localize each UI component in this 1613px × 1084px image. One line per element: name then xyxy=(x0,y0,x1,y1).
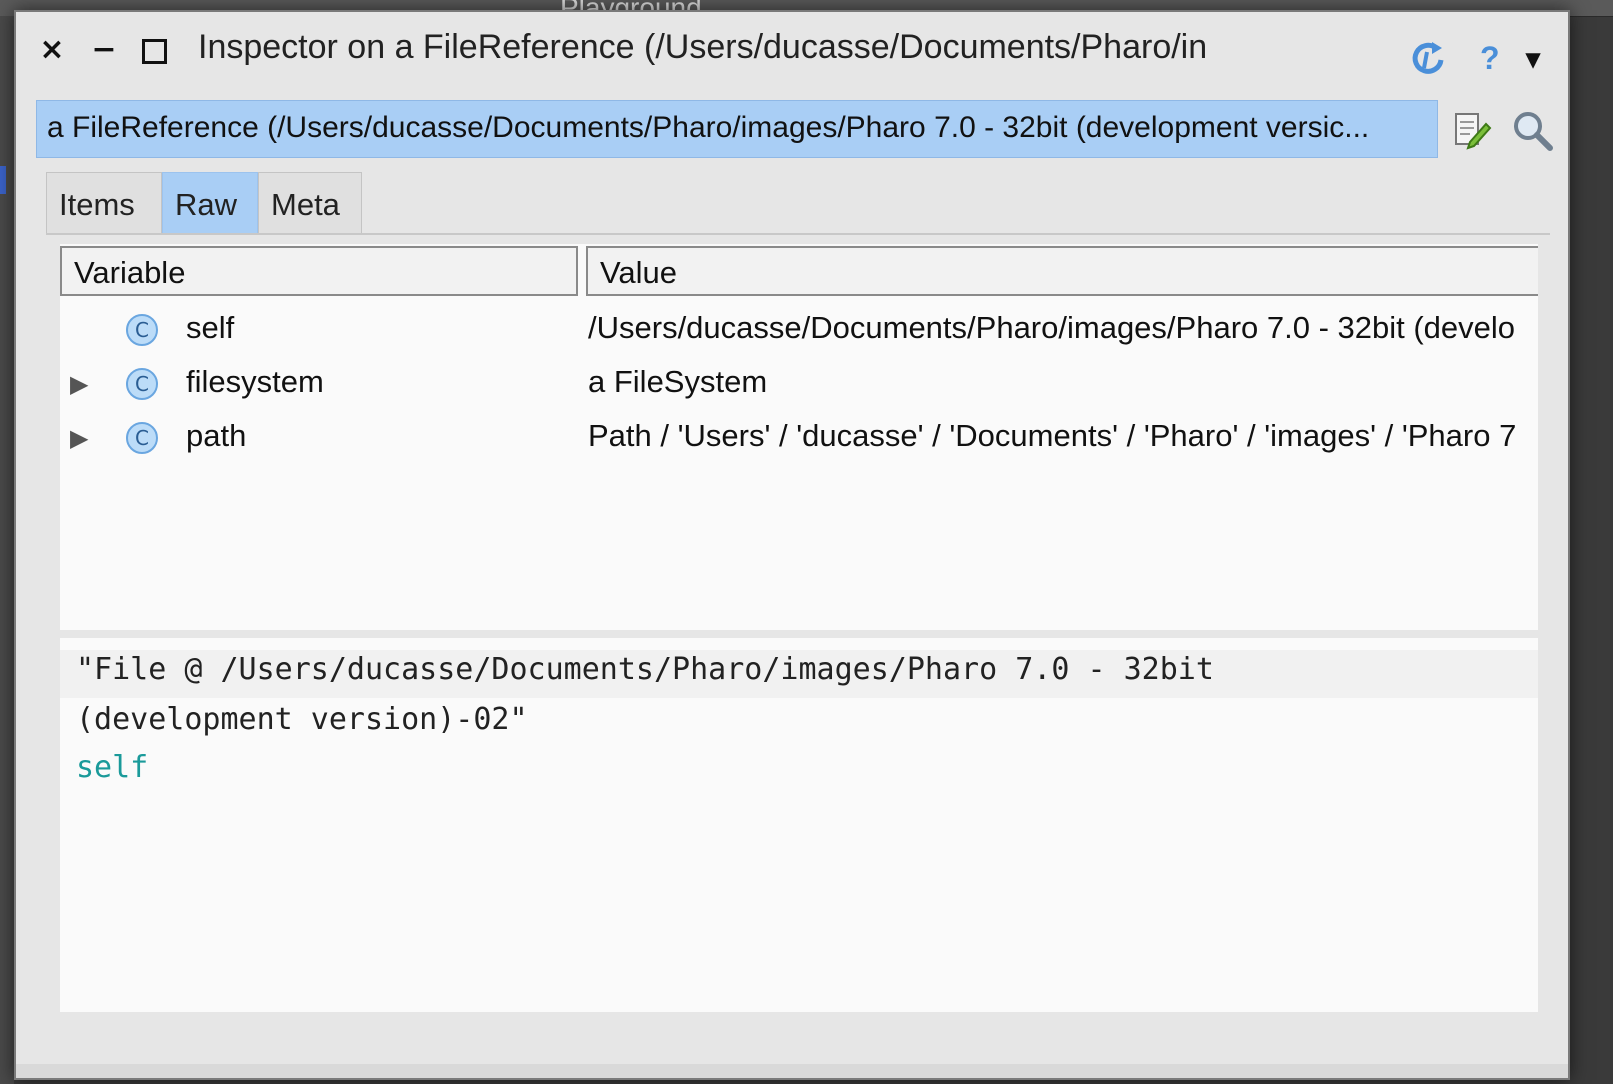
table-row[interactable]: C self /Users/ducasse/Documents/Pharo/im… xyxy=(60,306,1538,360)
background-marker xyxy=(0,166,6,194)
window-bottom-bar xyxy=(16,1064,1568,1078)
search-icon[interactable] xyxy=(1510,108,1554,152)
window-title: Inspector on a FileReference (/Users/duc… xyxy=(198,28,1208,66)
inspected-object-bar[interactable]: a FileReference (/Users/ducasse/Document… xyxy=(36,100,1438,158)
expand-arrow-icon[interactable]: ▶ xyxy=(70,370,88,399)
maximize-icon[interactable] xyxy=(138,30,170,70)
variable-value: a FileSystem xyxy=(588,364,768,399)
inspected-object-label: a FileReference (/Users/ducasse/Document… xyxy=(47,111,1370,144)
column-header-variable[interactable]: Variable xyxy=(60,246,578,296)
tab-items[interactable]: Items xyxy=(46,172,162,234)
variable-name: path xyxy=(186,418,247,453)
table-row[interactable]: ▶ C filesystem a FileSystem xyxy=(60,360,1538,414)
variable-value: /Users/ducasse/Documents/Pharo/images/Ph… xyxy=(588,310,1516,345)
tab-raw[interactable]: Raw xyxy=(162,172,258,234)
inspector-window: × − Inspector on a FileReference (/Users… xyxy=(14,10,1570,1080)
pane-splitter[interactable] xyxy=(60,630,1538,638)
tabs-divider xyxy=(46,233,1550,235)
variable-name: self xyxy=(186,310,235,345)
window-titlebar[interactable]: × − Inspector on a FileReference (/Users… xyxy=(16,12,1568,96)
code-comment-line: "File @ /Users/ducasse/Documents/Pharo/i… xyxy=(76,652,1214,687)
class-icon: C xyxy=(126,422,158,454)
help-icon[interactable]: ? xyxy=(1480,40,1500,77)
window-menu-icon[interactable]: ▾ xyxy=(1526,42,1540,75)
browse-edit-icon[interactable] xyxy=(1450,108,1494,152)
refresh-icon[interactable] xyxy=(1408,38,1448,88)
class-icon: C xyxy=(126,314,158,346)
column-header-value[interactable]: Value xyxy=(586,246,1538,296)
variable-value: Path / 'Users' / 'ducasse' / 'Documents'… xyxy=(588,418,1517,453)
table-row[interactable]: ▶ C path Path / 'Users' / 'ducasse' / 'D… xyxy=(60,414,1538,468)
tab-meta[interactable]: Meta xyxy=(258,172,362,234)
minimize-icon[interactable]: − xyxy=(88,30,120,70)
code-editor[interactable]: "File @ /Users/ducasse/Documents/Pharo/i… xyxy=(60,638,1538,1012)
code-self-keyword: self xyxy=(76,750,149,785)
variables-table: Variable Value C self /Users/ducasse/Doc… xyxy=(60,244,1538,630)
close-icon[interactable]: × xyxy=(36,30,68,70)
variable-name: filesystem xyxy=(186,364,324,399)
background-window-edge xyxy=(0,16,14,1084)
expand-arrow-icon[interactable]: ▶ xyxy=(70,424,88,453)
code-comment-line: (development version)-02" xyxy=(76,702,528,737)
class-icon: C xyxy=(126,368,158,400)
